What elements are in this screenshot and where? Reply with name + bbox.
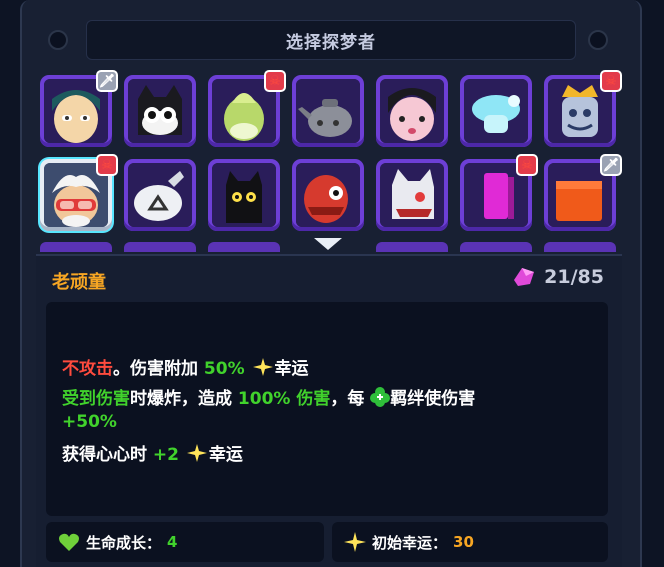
black-white-cat-icon xyxy=(128,79,192,143)
desc-text: 。伤害附加 xyxy=(113,359,204,379)
character-slot-red-fish-monster[interactable] xyxy=(292,159,364,231)
stat-health-growth: 生命成长： 4 xyxy=(46,522,324,562)
character-info-panel: 老顽童 21/85 不攻击。伤害附加 50% 幸运 受到伤害时爆炸，造成 100… xyxy=(36,254,622,567)
character-slot-white-wolf-red-eye[interactable] xyxy=(376,159,448,231)
pink-crystal-icon xyxy=(514,268,535,286)
stat-value: 30 xyxy=(453,533,474,551)
description-line-3: +50% xyxy=(62,412,117,432)
character-slot-pink-faced-girl[interactable] xyxy=(376,75,448,147)
panel-bolt xyxy=(588,30,608,50)
green-heart-icon xyxy=(59,533,79,551)
character-slot-partial xyxy=(40,242,112,252)
black-cat-yellow-eyes-icon xyxy=(212,163,276,227)
white-wolf-red-eye-icon xyxy=(380,163,444,227)
character-slot-teal-haired-girl[interactable]: 🗡 xyxy=(40,70,118,147)
cyan-cloud-creature-icon xyxy=(464,79,528,143)
character-slot-gray-kettle[interactable] xyxy=(292,75,364,147)
description-line-2: 受到伤害时爆炸，造成 100% 伤害，每 羁绊使伤害 xyxy=(62,384,475,409)
character-slot-partial xyxy=(460,242,532,252)
description-line-1: 不攻击。伤害附加 50% 幸运 xyxy=(62,354,309,379)
skull-badge-icon: ☠ xyxy=(600,70,622,92)
gray-kettle-icon xyxy=(296,79,360,143)
character-name: 老顽童 xyxy=(52,272,106,293)
character-slot-blue-mask-king[interactable]: ☠ xyxy=(544,70,622,147)
selection-pointer-icon xyxy=(314,238,342,250)
character-slot-black-cat-yellow-eyes[interactable] xyxy=(208,159,280,231)
character-slot-cyan-cloud-creature[interactable] xyxy=(460,75,532,147)
keyword-take-damage: 受到伤害 xyxy=(62,389,130,409)
character-slot-white-money-bag[interactable] xyxy=(124,159,196,231)
green-clover-icon xyxy=(370,387,391,407)
character-slot-green-cabbage[interactable]: ☠ xyxy=(208,70,286,147)
white-money-bag-icon xyxy=(128,163,192,227)
stat-label: 生命成长： xyxy=(86,533,162,552)
sparkle-icon xyxy=(186,444,207,462)
character-slot-partial xyxy=(124,242,196,252)
unlock-progress: 21/85 xyxy=(510,266,604,288)
desc-text: 获得心心时 xyxy=(62,445,153,465)
character-slot-partial xyxy=(544,242,616,252)
sword-badge-icon: 🗡 xyxy=(96,70,118,92)
keyword-no-attack: 不攻击 xyxy=(62,359,113,379)
character-slot-old-man-goggles[interactable]: ☠ xyxy=(40,154,118,231)
skull-badge-icon: ☠ xyxy=(516,154,538,176)
desc-text: 幸运 xyxy=(274,359,309,379)
description-line-4: 获得心心时 +2 幸运 xyxy=(62,440,243,465)
pink-faced-girl-icon xyxy=(380,79,444,143)
skull-badge-icon: ☠ xyxy=(96,154,118,176)
character-slot-magenta-block[interactable]: ☠ xyxy=(460,154,538,231)
panel-bolt xyxy=(48,30,68,50)
skull-badge-icon: ☠ xyxy=(264,70,286,92)
desc-text: ，每 xyxy=(330,389,365,409)
desc-text: 羁绊使伤害 xyxy=(390,389,476,409)
description-box: 不攻击。伤害附加 50% 幸运 受到伤害时爆炸，造成 100% 伤害，每 羁绊使… xyxy=(46,302,608,516)
desc-text: 时爆炸，造成 xyxy=(130,389,238,409)
red-fish-monster-icon xyxy=(296,163,360,227)
progress-value: 21/85 xyxy=(544,266,604,288)
stat-label: 初始幸运： xyxy=(372,533,448,552)
desc-value: 50% xyxy=(203,359,245,379)
sword-badge-icon: 🗡 xyxy=(600,154,622,176)
stat-initial-luck: 初始幸运： 30 xyxy=(332,522,608,562)
character-slot-partial xyxy=(376,242,448,252)
character-slot-black-white-cat[interactable] xyxy=(124,75,196,147)
desc-value: 100% 伤害 xyxy=(237,389,331,409)
panel-title: 选择探梦者 xyxy=(86,20,576,60)
character-slot-partial xyxy=(208,242,280,252)
character-slot-orange-block[interactable]: 🗡 xyxy=(544,154,622,231)
sparkle-icon xyxy=(252,358,273,376)
desc-text: 幸运 xyxy=(208,445,243,465)
sparkle-icon xyxy=(344,532,366,552)
desc-value: +2 xyxy=(152,445,179,465)
stat-value: 4 xyxy=(167,533,178,551)
